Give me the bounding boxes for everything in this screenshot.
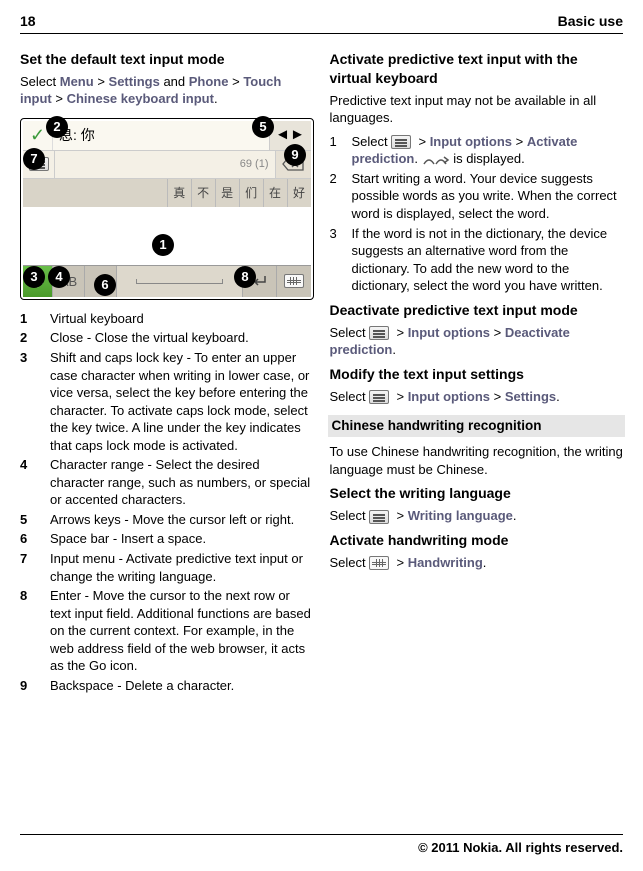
legend-text: Input menu - Activate predictive text in… — [50, 550, 314, 585]
heading-activate-predictive: Activate predictive text input with the … — [330, 50, 624, 88]
page-footer: © 2011 Nokia. All rights reserved. — [20, 834, 623, 857]
callout-1: 1 — [152, 234, 174, 256]
link-settings: Settings — [505, 389, 556, 404]
legend-text: Close - Close the virtual keyboard. — [50, 329, 314, 347]
keyboard-figure-wrap: ✓ 息: 你 ◄► 69 (1) — [20, 118, 314, 300]
step-text: Select > Input options > Activate predic… — [352, 133, 624, 168]
keyboard-legend: 1Virtual keyboard 2Close - Close the vir… — [20, 310, 314, 694]
legend-text: Space bar - Insert a space. — [50, 530, 314, 548]
left-column: Set the default text input mode Select M… — [20, 44, 314, 696]
link-writing-language: Writing language — [408, 508, 513, 523]
menu-link: Menu — [60, 74, 94, 89]
keyboard-grid-icon — [369, 556, 389, 570]
legend-text: Arrows keys - Move the cursor left or ri… — [50, 511, 314, 529]
step-text: If the word is not in the dictionary, th… — [352, 225, 624, 295]
char-cell: 真 — [167, 179, 191, 207]
ckbd-link: Chinese keyboard input — [67, 91, 214, 106]
options-icon — [369, 390, 389, 404]
deactivate-instruction: Select > Input options > Deactivate pred… — [330, 324, 624, 359]
page-number: 18 — [20, 12, 36, 31]
settings-link: Settings — [109, 74, 160, 89]
heading-deactivate: Deactivate predictive text input mode — [330, 301, 624, 320]
callout-5: 5 — [252, 116, 274, 138]
page-header: 18 Basic use — [20, 12, 623, 31]
options-icon — [369, 326, 389, 340]
callout-4: 4 — [48, 266, 70, 288]
prediction-on-icon — [422, 152, 450, 168]
copyright: © 2011 Nokia. All rights reserved. — [20, 839, 623, 857]
options-icon — [369, 510, 389, 524]
writing-lang-instruction: Select > Writing language. — [330, 507, 624, 525]
chinese-handwriting-desc: To use Chinese handwriting recognition, … — [330, 443, 624, 478]
options-icon — [391, 135, 411, 149]
modify-instruction: Select > Input options > Settings. — [330, 388, 624, 406]
link-input-options: Input options — [430, 134, 512, 149]
header-rule — [20, 33, 623, 34]
char-count: 69 (1) — [55, 151, 275, 178]
link-handwriting: Handwriting — [408, 555, 483, 570]
callout-3: 3 — [23, 266, 45, 288]
right-column: Activate predictive text input with the … — [330, 44, 624, 696]
section-title: Basic use — [558, 12, 623, 31]
heading-select-writing-lang: Select the writing language — [330, 484, 624, 503]
char-cell: 在 — [263, 179, 287, 207]
callout-8: 8 — [234, 266, 256, 288]
keyboard-icon — [277, 266, 311, 297]
message-preview: 息: 你 — [53, 121, 269, 150]
char-cell: 好 — [287, 179, 311, 207]
link-input-options: Input options — [408, 389, 490, 404]
subheading-chinese-handwriting: Chinese handwriting recognition — [328, 415, 626, 437]
heading-modify: Modify the text input settings — [330, 365, 624, 384]
callout-7: 7 — [23, 148, 45, 170]
callout-9: 9 — [284, 144, 306, 166]
callout-2: 2 — [46, 116, 68, 138]
link-input-options: Input options — [408, 325, 490, 340]
legend-text: Virtual keyboard — [50, 310, 314, 328]
callout-6: 6 — [94, 274, 116, 296]
step-text: Start writing a word. Your device sugges… — [352, 170, 624, 223]
handwriting-instruction: Select > Handwriting. — [330, 554, 624, 572]
legend-text: Shift and caps lock key - To enter an up… — [50, 349, 314, 454]
char-cell: 是 — [215, 179, 239, 207]
predictive-availability: Predictive text input may not be availab… — [330, 92, 624, 127]
legend-text: Enter - Move the cursor to the next row … — [50, 587, 314, 675]
set-default-instruction: Select Menu > Settings and Phone > Touch… — [20, 73, 314, 108]
legend-text: Backspace - Delete a character. — [50, 677, 314, 695]
activate-steps: 1 Select > Input options > Activate pred… — [330, 133, 624, 295]
heading-activate-handwriting: Activate handwriting mode — [330, 531, 624, 550]
spacebar-key — [117, 266, 243, 297]
char-cell: 不 — [191, 179, 215, 207]
legend-text: Character range - Select the desired cha… — [50, 456, 314, 509]
phone-link: Phone — [189, 74, 229, 89]
char-cell: 们 — [239, 179, 263, 207]
heading-set-default: Set the default text input mode — [20, 50, 314, 69]
